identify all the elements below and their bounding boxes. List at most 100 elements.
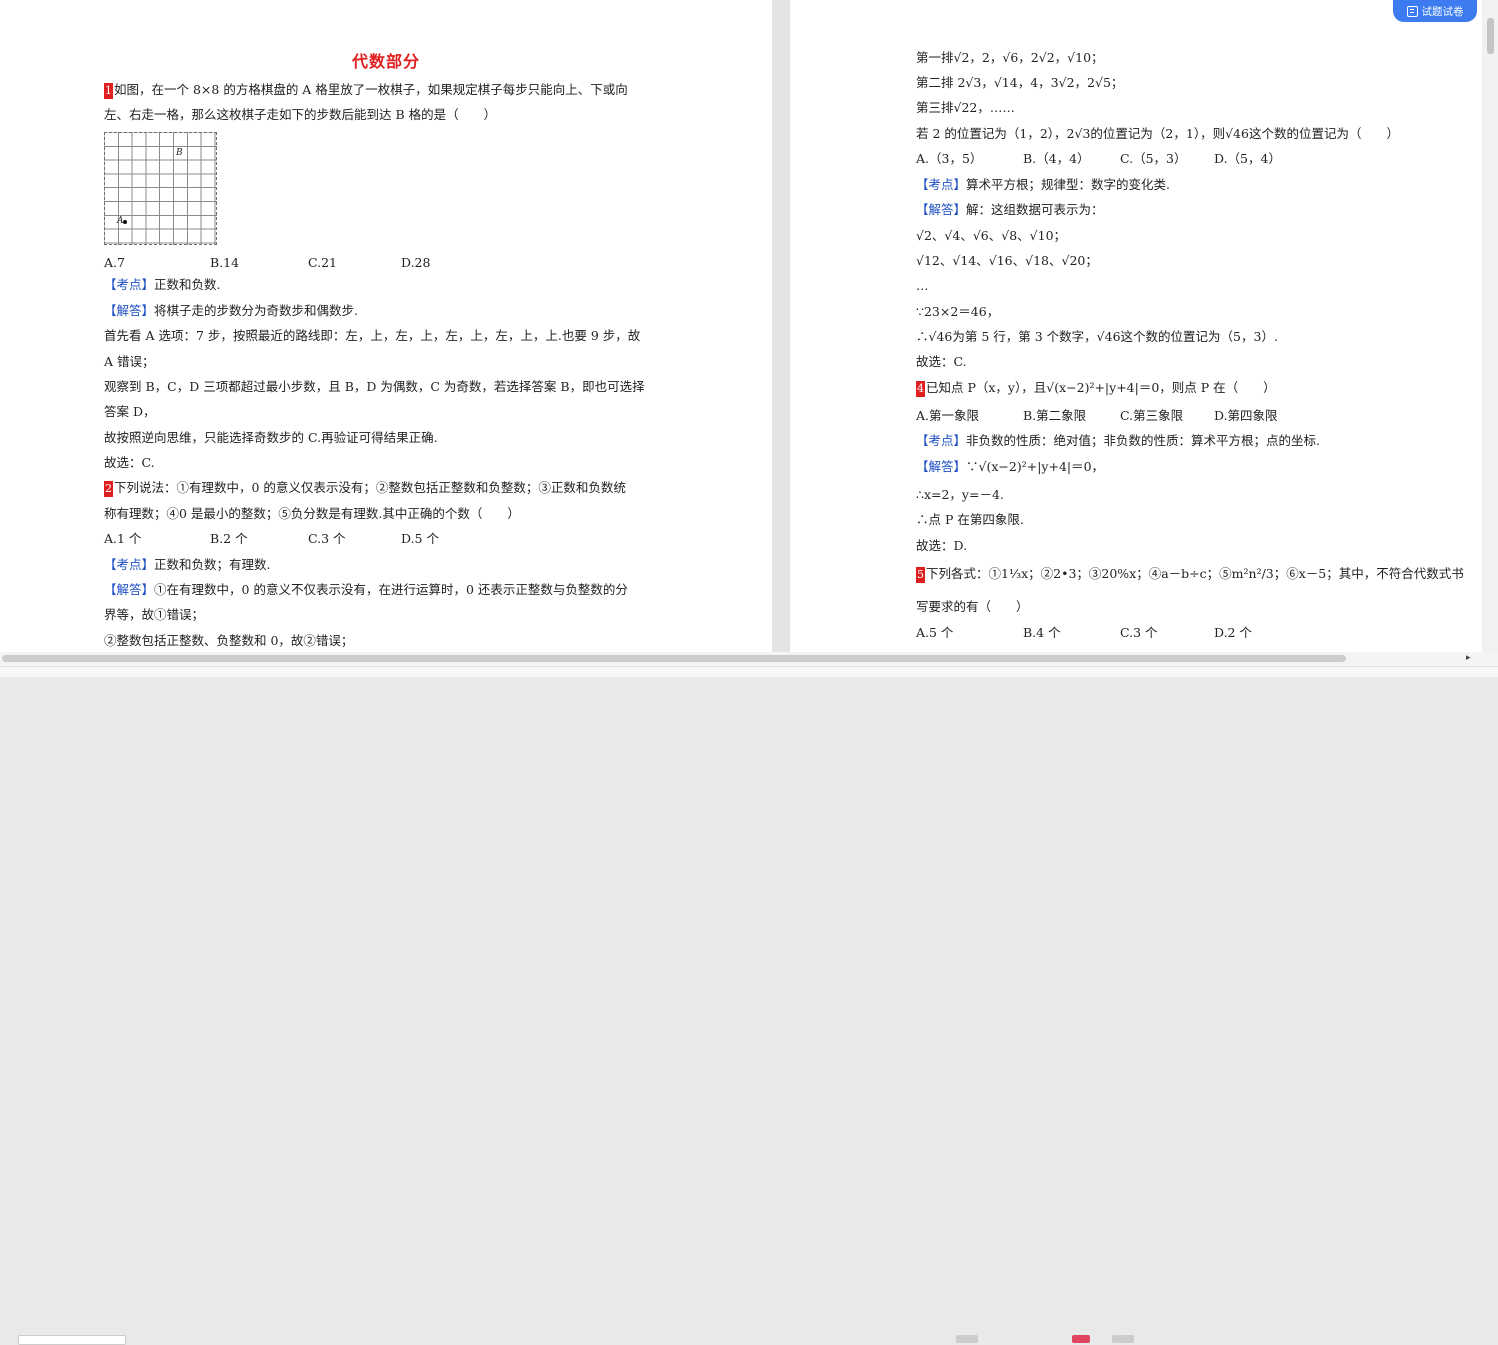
q5-number: 5 <box>916 567 925 583</box>
kaodian-tag: 【考点】 <box>104 277 155 292</box>
q2-kaodian: 【考点】正数和负数；有理数. <box>104 557 271 573</box>
exam-paper-button-label: 试题试卷 <box>1421 5 1464 18</box>
q3-option-d: D.（5，4） <box>1214 151 1281 166</box>
q4-option-d: D.第四象限 <box>1214 408 1278 423</box>
q4-option-a: A.第一象限 <box>916 408 980 423</box>
q3-row1: 第一排√2，2，√6，2√2，√10； <box>916 50 1104 65</box>
q5-stem-line1: 5 下列各式：①1⅓x；②2•3；③20%x；④a－b÷c；⑤m²n²/3；⑥x－… <box>916 566 1464 583</box>
document-viewer[interactable]: 代数部分 1 如图，在一个 8×8 的方格棋盘的 A 格里放了一枚棋子，如果规定棋… <box>0 0 1498 652</box>
q1-stem-line1: 1 如图，在一个 8×8 的方格棋盘的 A 格里放了一枚棋子，如果规定棋子每步只能… <box>104 82 628 99</box>
q2-option-d: D.5 个 <box>401 531 439 546</box>
q5-options: A.5 个 B.4 个 C.3 个 D.2 个 <box>916 625 1252 641</box>
jieda-tag: 【解答】 <box>916 202 967 217</box>
q4-jieda-text: ∵√(x−2)²+|y+4|＝0， <box>966 459 1105 474</box>
scroll-right-arrow-icon[interactable]: ▸ <box>1466 653 1471 663</box>
page-left: 代数部分 1 如图，在一个 8×8 的方格棋盘的 A 格里放了一枚棋子，如果规定棋… <box>0 0 772 652</box>
q2-option-c: C.3 个 <box>308 531 346 546</box>
q1-answer-line3: 观察到 B，C，D 三项都超过最小步数，且 B，D 为偶数，C 为奇数，若选择答… <box>104 379 645 394</box>
q1-answer-line1: 首先看 A 选项：7 步，按照最近的路线即：左，上，左，上，左，上，左，上，上.… <box>104 328 641 343</box>
q1-options: A.7 B.14 C.21 D.28 <box>104 255 430 271</box>
q5-option-d: D.2 个 <box>1214 625 1252 640</box>
q1-option-c: C.21 <box>308 255 337 270</box>
section-title: 代数部分 <box>351 52 420 71</box>
q2-jieda-text: ①在有理数中，0 的意义不仅表示没有，在进行运算时，0 还表示正整数与负整数的分 <box>154 582 628 597</box>
q4-answer-line3: 故选：D. <box>916 538 968 553</box>
q1-option-b: B.14 <box>210 255 240 270</box>
q2-stem-text: 下列说法：①有理数中，0 的意义仅表示没有；②整数包括正整数和负整数；③正数和负… <box>114 480 626 495</box>
vertical-scrollbar[interactable] <box>1482 0 1498 652</box>
q3-option-b: B.（4，4） <box>1023 151 1090 166</box>
q5-option-c: C.3 个 <box>1120 625 1158 640</box>
q3-answer-line6: 故选：C. <box>916 354 967 369</box>
q1-kaodian: 【考点】正数和负数. <box>104 277 221 293</box>
q5-option-a: A.5 个 <box>916 625 954 640</box>
jieda-tag: 【解答】 <box>104 303 155 318</box>
q1-jieda: 【解答】将棋子走的步数分为奇数步和偶数步. <box>104 303 358 319</box>
q5-stem-text: 下列各式：①1⅓x；②2•3；③20%x；④a－b÷c；⑤m²n²/3；⑥x－5… <box>926 566 1464 581</box>
q1-stem-text: 如图，在一个 8×8 的方格棋盘的 A 格里放了一枚棋子，如果规定棋子每步只能向… <box>114 82 628 97</box>
q3-answer-line2: √12、√14、√16、√18、√20； <box>916 253 1098 268</box>
q1-answer-line5: 故按照逆向思维，只能选择奇数步的 C.再验证可得结果正确. <box>104 430 438 445</box>
q3-option-c: C.（5，3） <box>1120 151 1187 166</box>
q4-stem-text: 已知点 P（x，y），且√(x−2)²+|y+4|＝0，则点 P 在（ ） <box>926 380 1276 395</box>
q3-row2: 第二排 2√3，√14，4，3√2，2√5； <box>916 75 1124 90</box>
q1-answer-line2: A 错误； <box>104 354 155 369</box>
q2-jieda: 【解答】①在有理数中，0 的意义不仅表示没有，在进行运算时，0 还表示正整数与负… <box>104 582 628 598</box>
q2-option-b: B.2 个 <box>210 531 248 546</box>
kaodian-tag: 【考点】 <box>916 433 967 448</box>
q4-jieda: 【解答】∵√(x−2)²+|y+4|＝0， <box>916 459 1104 475</box>
q3-kaodian: 【考点】算术平方根；规律型：数字的变化类. <box>916 177 1170 193</box>
q3-jieda: 【解答】解：这组数据可表示为： <box>916 202 1104 218</box>
q2-options: A.1 个 B.2 个 C.3 个 D.5 个 <box>104 531 439 547</box>
q2-answer-line2: ②整数包括正整数、负整数和 0，故②错误； <box>104 633 354 648</box>
q5-option-b: B.4 个 <box>1023 625 1061 640</box>
q3-stem: 若 2 的位置记为（1，2），2√3的位置记为（2，1），则√46这个数的位置记… <box>916 126 1399 141</box>
page-number-input[interactable] <box>18 1335 126 1345</box>
q1-stem-line2: 左、右走一格，那么这枚棋子走如下的步数后能到达 B 格的是（ ） <box>104 107 497 122</box>
kaodian-tag: 【考点】 <box>916 177 967 192</box>
page-divider <box>772 0 790 652</box>
q3-jieda-text: 解：这组数据可表示为： <box>966 202 1104 217</box>
q4-option-c: C.第三象限 <box>1120 408 1184 423</box>
q4-answer-line1: ∴x=2，y=－4. <box>916 487 1004 502</box>
jieda-tag: 【解答】 <box>104 582 155 597</box>
layout-button[interactable] <box>1112 1335 1134 1343</box>
vertical-scroll-thumb[interactable] <box>1487 18 1494 54</box>
q1-answer-line4: 答案 D， <box>104 404 156 419</box>
q1-option-d: D.28 <box>401 255 431 270</box>
q3-answer-line4: ∵23×2＝46， <box>916 304 1000 319</box>
q2-stem-line2: 称有理数；④0 是最小的整数；⑤负分数是有理数.其中正确的个数（ ） <box>104 506 520 521</box>
status-bar <box>0 666 1498 1345</box>
q4-kaodian-text: 非负数的性质：绝对值；非负数的性质：算术平方根；点的坐标. <box>966 433 1320 448</box>
highlight-button[interactable] <box>1072 1335 1090 1343</box>
q4-options: A.第一象限 B.第二象限 C.第三象限 D.第四象限 <box>916 408 1278 424</box>
q2-kaodian-text: 正数和负数；有理数. <box>154 557 271 572</box>
q5-stem-line2: 写要求的有（ ） <box>916 599 1029 614</box>
q4-stem: 4 已知点 P（x，y），且√(x−2)²+|y+4|＝0，则点 P 在（ ） <box>916 380 1276 397</box>
page-right: 第一排√2，2，√6，2√2，√10； 第二排 2√3，√14，4，3√2，2√… <box>790 0 1482 652</box>
view-mode-button[interactable] <box>956 1335 978 1343</box>
q1-number: 1 <box>104 83 113 99</box>
q1-kaodian-text: 正数和负数. <box>154 277 221 292</box>
q3-row3: 第三排√22，…… <box>916 100 1015 115</box>
grid-label-b: B <box>176 148 183 158</box>
document-icon <box>1406 5 1418 17</box>
chessboard-figure <box>104 132 217 245</box>
exam-paper-button[interactable]: 试题试卷 <box>1393 0 1477 22</box>
q3-answer-line3: … <box>916 278 929 293</box>
q1-answer-line6: 故选：C. <box>104 455 155 470</box>
q3-option-a: A.（3，5） <box>916 151 983 166</box>
jieda-tag: 【解答】 <box>916 459 967 474</box>
q2-stem-line1: 2 下列说法：①有理数中，0 的意义仅表示没有；②整数包括正整数和负整数；③正数和… <box>104 480 626 497</box>
chess-piece <box>123 220 127 224</box>
q1-option-a: A.7 <box>104 255 125 270</box>
horizontal-scroll-thumb[interactable] <box>2 655 1346 662</box>
q3-options: A.（3，5） B.（4，4） C.（5，3） D.（5，4） <box>916 151 1281 167</box>
q4-number: 4 <box>916 381 925 397</box>
q4-option-b: B.第二象限 <box>1023 408 1087 423</box>
q2-answer-line1: 界等，故①错误； <box>104 607 205 622</box>
q2-number: 2 <box>104 481 113 497</box>
q3-answer-line5: ∴√46为第 5 行，第 3 个数字，√46这个数的位置记为（5，3）. <box>916 329 1278 344</box>
q4-answer-line2: ∴点 P 在第四象限. <box>916 512 1024 527</box>
q3-answer-line1: √2、√4、√6、√8、√10； <box>916 228 1067 243</box>
